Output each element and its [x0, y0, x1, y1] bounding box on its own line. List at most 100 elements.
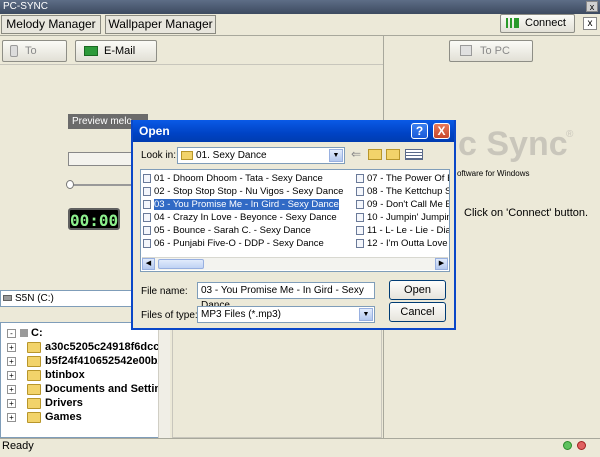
signal-icon [506, 18, 519, 28]
files-of-type-label: Files of type: [141, 310, 198, 321]
file-item[interactable]: 10 - Jumpin' Jumpin' - D [355, 211, 449, 224]
scroll-left-icon[interactable]: ◀ [142, 258, 155, 270]
look-in-label: Look in: [141, 150, 177, 161]
drive-icon [20, 329, 28, 337]
audio-file-icon [356, 226, 364, 235]
email-icon [84, 46, 98, 56]
audio-file-icon [143, 226, 151, 235]
chevron-down-icon[interactable]: ▼ [359, 308, 373, 321]
connect-instruction: Click on 'Connect' button. [464, 207, 589, 219]
status-led-icon [577, 441, 586, 450]
to-pc-button[interactable]: To PC [449, 40, 533, 62]
status-text: Ready [2, 440, 34, 452]
app-close-button[interactable]: x [586, 1, 598, 12]
scroll-right-icon[interactable]: ▶ [435, 258, 448, 270]
audio-file-icon [143, 187, 151, 196]
file-item-selected[interactable]: 03 - You Promise Me - In Gird - Sexy Dan… [142, 198, 339, 211]
dialog-title: Open [139, 124, 170, 138]
look-in-select[interactable]: 01. Sexy Dance ▼ [177, 147, 345, 164]
tree-item-label: a30c5205c24918f6dcc6 [45, 341, 166, 353]
audio-file-icon [356, 239, 364, 248]
registered-mark: ® [566, 129, 574, 140]
file-name-input[interactable]: 03 - You Promise Me - In Gird - Sexy Dan… [197, 282, 375, 311]
to-pc-label: To PC [480, 45, 510, 57]
file-item[interactable]: 06 - Punjabi Five-O - DDP - Sexy Dance [142, 237, 324, 250]
file-item[interactable]: 05 - Bounce - Sarah C. - Sexy Dance [142, 224, 311, 237]
drive-label: S5N (C:) [15, 293, 54, 304]
brand-logo: c Sync [458, 125, 568, 163]
file-name-label: File name: [141, 286, 188, 297]
audio-file-icon [143, 239, 151, 248]
folder-icon [27, 356, 41, 367]
time-display: 00:00 [68, 208, 120, 230]
preview-field [68, 152, 138, 166]
file-list[interactable]: 01 - Dhoom Dhoom - Tata - Sexy Dance 02 … [140, 169, 450, 272]
up-folder-icon[interactable] [368, 149, 382, 160]
new-folder-icon[interactable] [386, 149, 400, 160]
file-item[interactable]: 02 - Stop Stop Stop - Nu Vigos - Sexy Da… [142, 185, 343, 198]
file-item[interactable]: 09 - Don't Call Me Baby [355, 198, 449, 211]
chevron-down-icon[interactable]: ▼ [329, 149, 343, 162]
tree-item-label: btinbox [45, 369, 85, 381]
file-item[interactable]: 01 - Dhoom Dhoom - Tata - Sexy Dance [142, 172, 323, 185]
status-bar [0, 438, 600, 457]
expand-icon[interactable]: + [7, 413, 16, 422]
audio-file-icon [356, 174, 364, 183]
to-phone-button[interactable]: To Phone [2, 40, 67, 77]
file-item[interactable]: 08 - The Kettchup Song [355, 185, 449, 198]
files-of-type-select[interactable]: MP3 Files (*.mp3) ▼ [197, 306, 375, 323]
connect-button[interactable]: Connect [500, 14, 575, 33]
file-item[interactable]: 07 - The Power Of Bhai [355, 172, 449, 185]
panel-close-button[interactable]: x [583, 17, 597, 30]
scroll-thumb[interactable] [158, 259, 204, 269]
tree-scrollbar[interactable] [158, 322, 170, 438]
open-button[interactable]: Open [389, 280, 446, 300]
audio-file-icon [143, 200, 151, 209]
help-button[interactable]: ? [411, 123, 428, 139]
status-led-icon [563, 441, 572, 450]
tab-melody-manager[interactable]: Melody Manager [1, 15, 101, 34]
view-menu-icon[interactable] [405, 149, 423, 160]
tree-item-label: Drivers [45, 397, 83, 409]
audio-file-icon [356, 187, 364, 196]
expand-icon[interactable]: + [7, 399, 16, 408]
look-in-value: 01. Sexy Dance [196, 150, 267, 161]
dialog-close-button[interactable]: X [433, 123, 450, 139]
tree-item-label: b5f24f410652542e00b2e [45, 355, 170, 367]
tab-wallpaper-manager[interactable]: Wallpaper Manager [105, 15, 216, 34]
audio-file-icon [143, 174, 151, 183]
audio-file-icon [356, 200, 364, 209]
connect-label: Connect [525, 17, 566, 29]
audio-file-icon [356, 213, 364, 222]
collapse-icon[interactable]: - [7, 329, 16, 338]
folder-tree[interactable]: - C: + a30c5205c24918f6dcc6 + b5f24f410652… [0, 322, 170, 438]
cancel-button[interactable]: Cancel [389, 302, 446, 322]
expand-icon[interactable]: + [7, 343, 16, 352]
expand-icon[interactable]: + [7, 371, 16, 380]
divider [0, 35, 600, 36]
folder-icon [27, 342, 41, 353]
file-item[interactable]: 11 - L- Le - Lie - Diana Kir [355, 224, 449, 237]
app-title: PC-SYNC [3, 1, 49, 12]
computer-icon [460, 45, 472, 56]
drive-icon [3, 295, 12, 301]
app-title-bar: PC-SYNC [0, 0, 600, 14]
email-label: E-Mail [104, 45, 136, 57]
back-icon[interactable]: ⇐ [351, 147, 364, 162]
file-item[interactable]: 12 - I'm Outta Love - A [355, 237, 449, 250]
file-item[interactable]: 04 - Crazy In Love - Beyonce - Sexy Danc… [142, 211, 337, 224]
folder-icon [181, 151, 193, 160]
phone-icon [10, 45, 18, 57]
tree-item-label: Games [45, 411, 82, 423]
audio-file-icon [143, 213, 151, 222]
folder-icon [27, 370, 41, 381]
expand-icon[interactable]: + [7, 357, 16, 366]
email-button[interactable]: E-Mail [75, 40, 157, 62]
progress-handle[interactable] [66, 180, 74, 189]
folder-icon [27, 412, 41, 423]
open-dialog: Open ? X Look in: 01. Sexy Dance ▼ ⇐ 01 … [131, 120, 456, 330]
horizontal-scrollbar[interactable]: ◀ ▶ [142, 257, 448, 270]
folder-icon [27, 384, 41, 395]
expand-icon[interactable]: + [7, 385, 16, 394]
tree-root-label: C: [31, 327, 43, 339]
